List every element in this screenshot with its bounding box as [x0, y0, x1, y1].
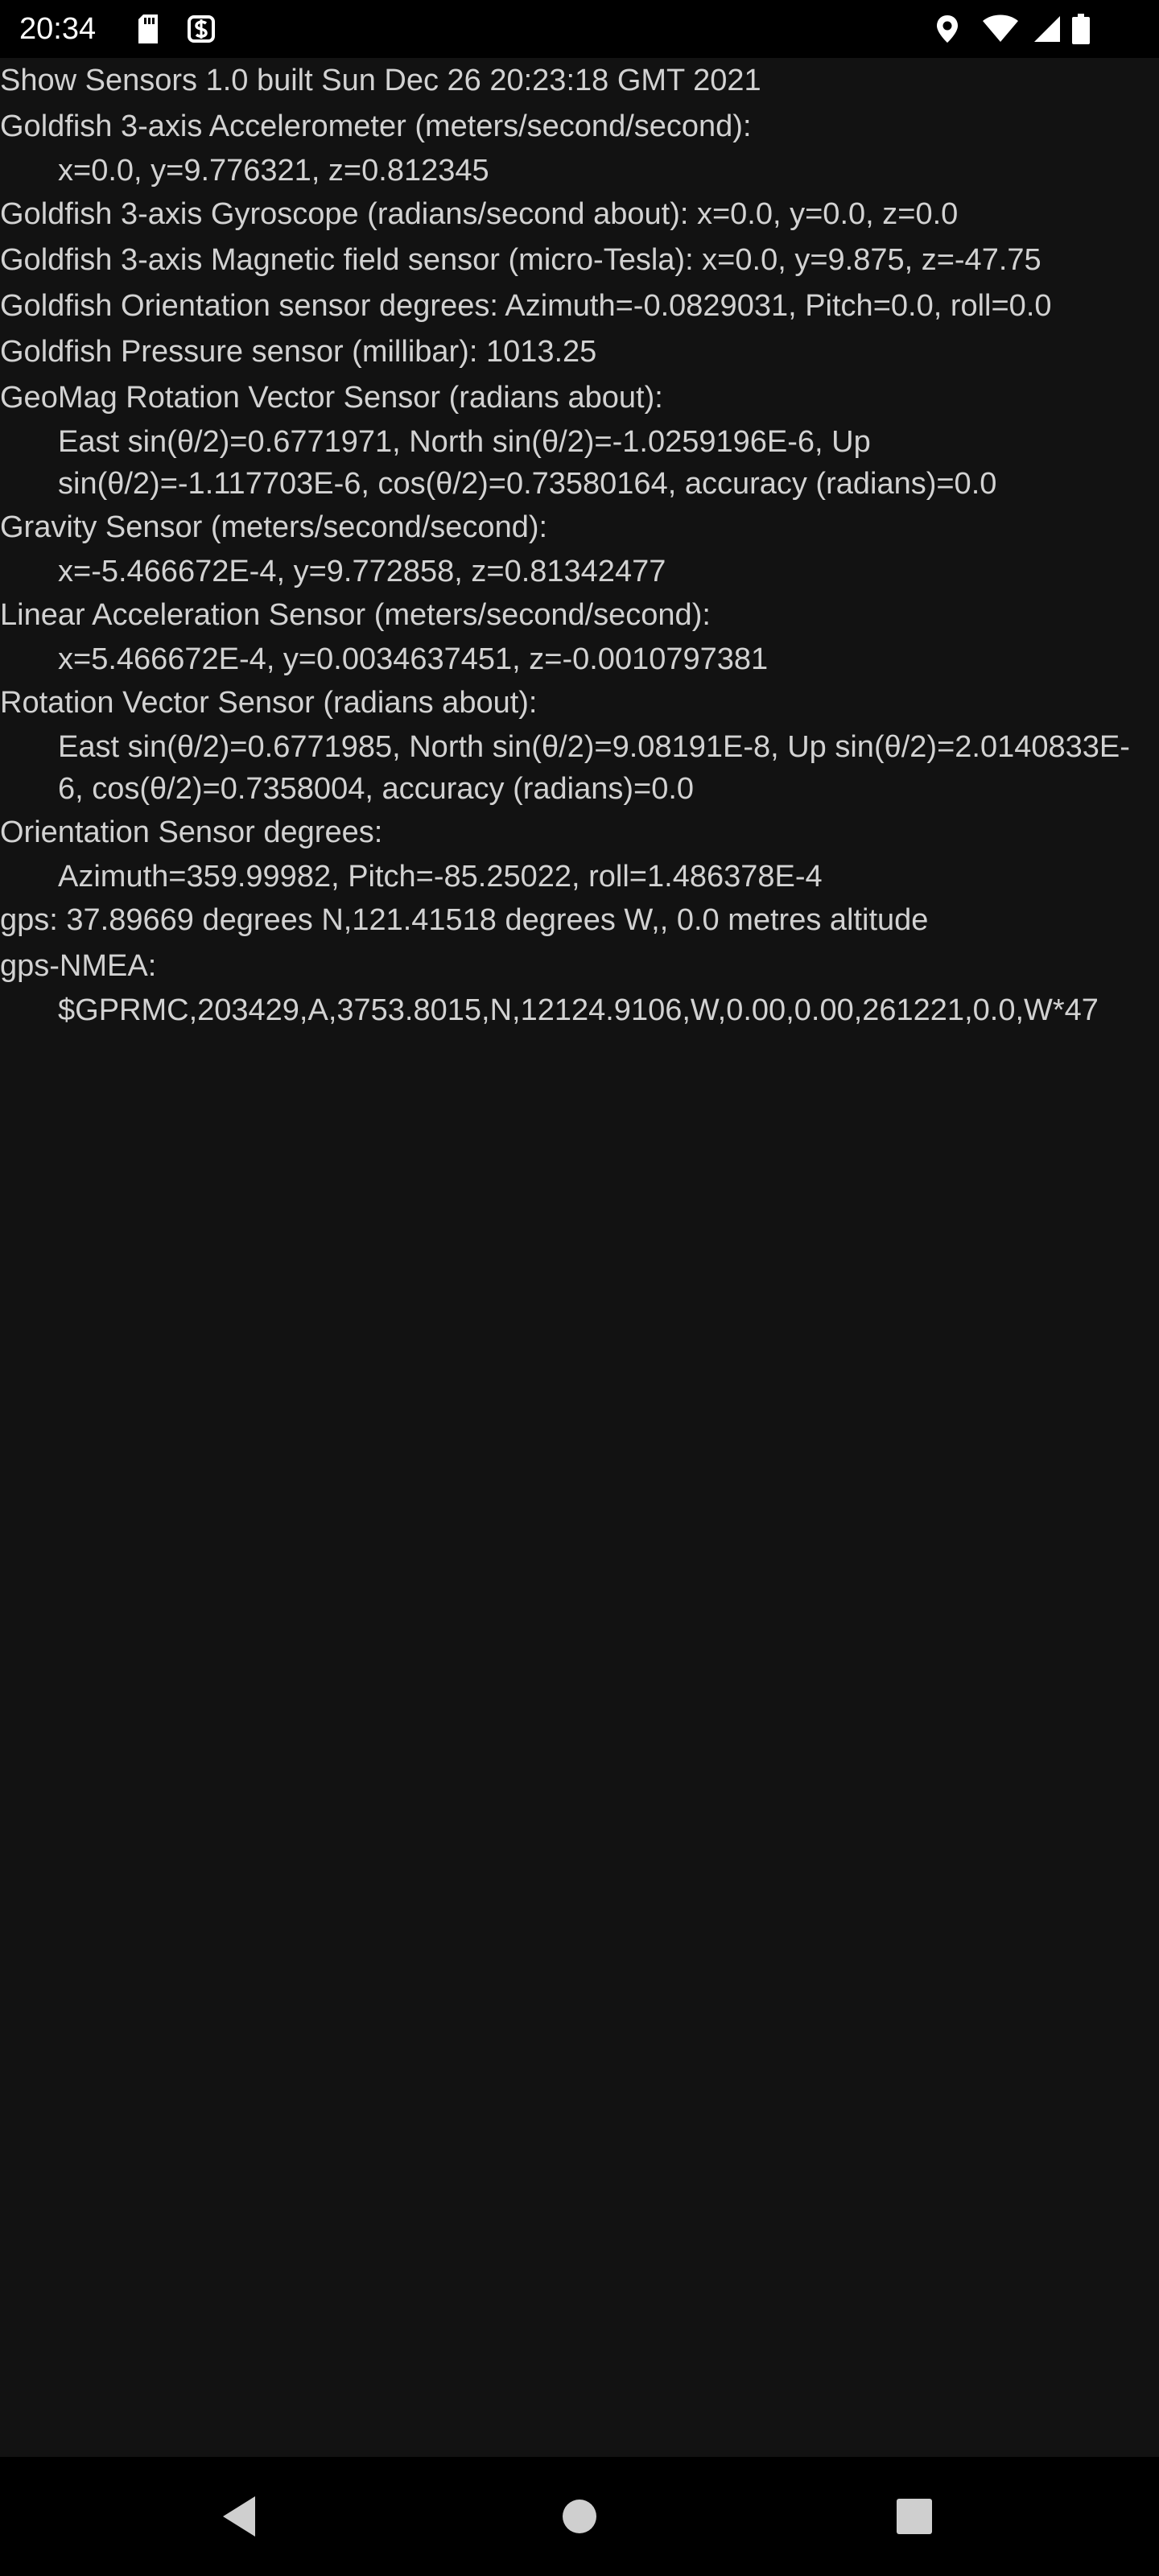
sensor-readout: Show Sensors 1.0 built Sun Dec 26 20:23:… [0, 58, 1159, 2457]
rotation-vector-value: East sin(θ/2)=0.6771985, North sin(θ/2)=… [58, 730, 1130, 806]
sd-card-icon [135, 13, 161, 45]
gravity-value: x=-5.466672E-4, y=9.772858, z=0.81342477 [58, 555, 666, 588]
location-icon [934, 13, 961, 45]
back-icon[interactable] [216, 2492, 264, 2541]
magnetic-field-reading: Goldfish 3-axis Magnetic field sensor (m… [0, 243, 1041, 277]
geomag-rotation-value: East sin(θ/2)=0.6771971, North sin(θ/2)=… [58, 425, 997, 501]
accelerometer-label: Goldfish 3-axis Accelerometer (meters/se… [0, 109, 752, 143]
accelerometer-value: x=0.0, y=9.776321, z=0.812345 [58, 154, 489, 188]
battery-icon [1070, 13, 1091, 45]
goldfish-orientation-reading: Goldfish Orientation sensor degrees: Azi… [0, 289, 1052, 323]
linear-acceleration-label: Linear Acceleration Sensor (meters/secon… [0, 598, 711, 632]
geomag-rotation-label: GeoMag Rotation Vector Sensor (radians a… [0, 381, 663, 415]
gps-nmea-label: gps-NMEA: [0, 949, 157, 983]
data-saver-icon [185, 13, 217, 45]
gyroscope-reading: Goldfish 3-axis Gyroscope (radians/secon… [0, 197, 959, 231]
recents-icon[interactable] [890, 2492, 938, 2541]
gravity-label: Gravity Sensor (meters/second/second): [0, 510, 548, 544]
home-icon[interactable] [555, 2492, 604, 2541]
linear-acceleration-value: x=5.466672E-4, y=0.0034637451, z=-0.0010… [58, 642, 769, 676]
status-bar: 20:34 [0, 0, 1159, 58]
wifi-icon [982, 13, 1019, 45]
cellular-signal-icon [1032, 13, 1062, 45]
orientation-label: Orientation Sensor degrees: [0, 815, 383, 849]
gps-reading: gps: 37.89669 degrees N,121.41518 degree… [0, 903, 929, 937]
rotation-vector-label: Rotation Vector Sensor (radians about): [0, 686, 538, 720]
pressure-reading: Goldfish Pressure sensor (millibar): 101… [0, 335, 597, 369]
status-time: 20:34 [19, 12, 97, 46]
navigation-bar [0, 2457, 1159, 2576]
orientation-value: Azimuth=359.99982, Pitch=-85.25022, roll… [58, 860, 823, 894]
app-title: Show Sensors 1.0 built Sun Dec 26 20:23:… [0, 64, 761, 97]
gps-nmea-value: $GPRMC,203429,A,3753.8015,N,12124.9106,W… [58, 993, 1099, 1027]
